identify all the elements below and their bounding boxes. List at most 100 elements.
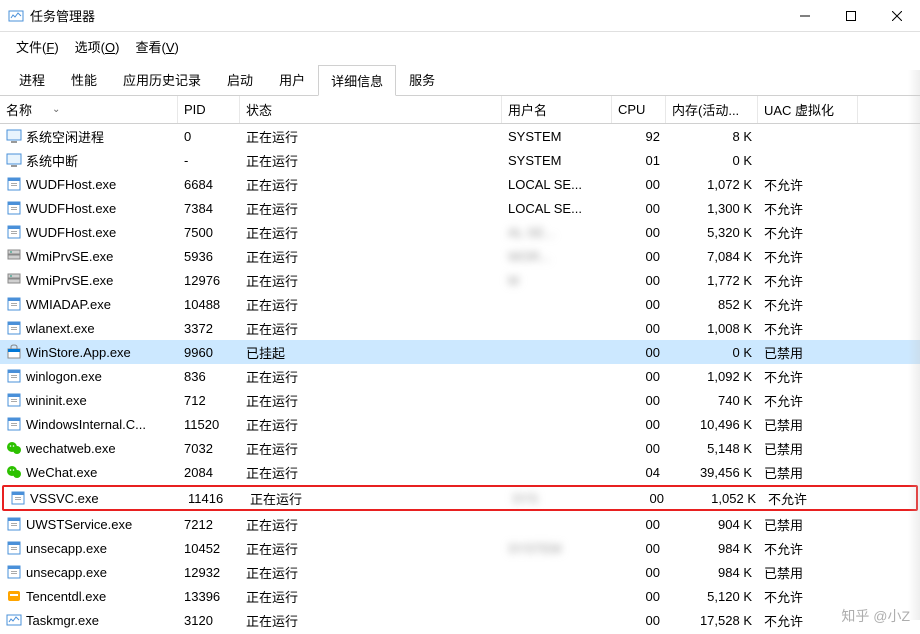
cell-cpu: 00: [612, 321, 666, 336]
cell-cpu: 00: [612, 177, 666, 192]
header-pid[interactable]: PID: [178, 96, 240, 123]
cell-status: 正在运行: [240, 463, 502, 482]
cell-status: 正在运行: [240, 319, 502, 338]
process-row[interactable]: 系统中断 - 正在运行 SYSTEM 01 0 K: [0, 148, 920, 172]
cell-memory: 5,148 K: [666, 441, 758, 456]
cell-status: 正在运行: [244, 489, 506, 508]
cell-user: M: [502, 273, 612, 288]
cell-cpu: 92: [612, 129, 666, 144]
cell-name: WMIADAP.exe: [0, 296, 178, 312]
tab-2[interactable]: 应用历史记录: [110, 64, 214, 95]
cell-pid: 12976: [178, 273, 240, 288]
cell-status: 正在运行: [240, 295, 502, 314]
cell-user: SYSTEM: [502, 129, 612, 144]
header-status[interactable]: 状态: [240, 96, 502, 123]
process-row[interactable]: unsecapp.exe 10452 正在运行 SYSTEM 00 984 K …: [0, 536, 920, 560]
process-name-label: 系统中断: [26, 151, 78, 170]
process-row[interactable]: WindowsInternal.C... 11520 正在运行 00 10,49…: [0, 412, 920, 436]
process-name-label: WUDFHost.exe: [26, 201, 116, 216]
cell-pid: 5936: [178, 249, 240, 264]
minimize-button[interactable]: [782, 0, 828, 31]
process-name-label: WinStore.App.exe: [26, 345, 131, 360]
cell-memory: 984 K: [666, 565, 758, 580]
cell-memory: 8 K: [666, 129, 758, 144]
cell-user: SYSTEM: [502, 541, 612, 556]
tab-0[interactable]: 进程: [6, 64, 58, 95]
process-row[interactable]: 系统空闲进程 0 正在运行 SYSTEM 92 8 K: [0, 124, 920, 148]
process-icon: [6, 128, 22, 144]
cell-memory: 5,120 K: [666, 589, 758, 604]
cell-name: WinStore.App.exe: [0, 344, 178, 360]
cell-memory: 1,772 K: [666, 273, 758, 288]
process-icon: [6, 248, 22, 264]
cell-name: wininit.exe: [0, 392, 178, 408]
process-name-label: wininit.exe: [26, 393, 87, 408]
process-icon: [10, 490, 26, 506]
process-row[interactable]: UWSTService.exe 7212 正在运行 00 904 K 已禁用: [0, 512, 920, 536]
process-row[interactable]: WinStore.App.exe 9960 已挂起 00 0 K 已禁用: [0, 340, 920, 364]
header-user[interactable]: 用户名: [502, 96, 612, 123]
cell-status: 正在运行: [240, 223, 502, 242]
process-row[interactable]: wechatweb.exe 7032 正在运行 00 5,148 K 已禁用: [0, 436, 920, 460]
process-row[interactable]: WmiPrvSE.exe 5936 正在运行 WOR... 00 7,084 K…: [0, 244, 920, 268]
process-name-label: unsecapp.exe: [26, 541, 107, 556]
process-icon: [6, 224, 22, 240]
maximize-button[interactable]: [828, 0, 874, 31]
process-row[interactable]: Tencentdl.exe 13396 正在运行 00 5,120 K 不允许: [0, 584, 920, 608]
process-row[interactable]: Taskmgr.exe 3120 正在运行 00 17,528 K 不允许: [0, 608, 920, 632]
tab-6[interactable]: 服务: [396, 64, 448, 95]
process-icon: [6, 272, 22, 288]
cell-name: VSSVC.exe: [4, 490, 182, 506]
cell-status: 正在运行: [240, 199, 502, 218]
header-name[interactable]: 名称⌄: [0, 96, 178, 123]
window-title: 任务管理器: [30, 6, 782, 25]
tab-4[interactable]: 用户: [266, 64, 318, 95]
cell-cpu: 04: [612, 465, 666, 480]
process-row[interactable]: winlogon.exe 836 正在运行 00 1,092 K 不允许: [0, 364, 920, 388]
tab-1[interactable]: 性能: [58, 64, 110, 95]
cell-name: WUDFHost.exe: [0, 224, 178, 240]
menu-view[interactable]: 查看(V): [127, 33, 186, 60]
cell-cpu: 00: [612, 517, 666, 532]
cell-user: SYSTEM: [502, 153, 612, 168]
process-row[interactable]: WMIADAP.exe 10488 正在运行 00 852 K 不允许: [0, 292, 920, 316]
process-row[interactable]: wininit.exe 712 正在运行 00 740 K 不允许: [0, 388, 920, 412]
cell-pid: 10452: [178, 541, 240, 556]
cell-cpu: 00: [616, 491, 670, 506]
process-row[interactable]: WUDFHost.exe 7500 正在运行 AL SE... 00 5,320…: [0, 220, 920, 244]
tab-5[interactable]: 详细信息: [318, 65, 396, 96]
process-row[interactable]: WUDFHost.exe 7384 正在运行 LOCAL SE... 00 1,…: [0, 196, 920, 220]
process-row[interactable]: VSSVC.exe 11416 正在运行 SYS 00 1,052 K 不允许: [2, 485, 918, 511]
menu-options[interactable]: 选项(O): [67, 33, 128, 60]
cell-user: LOCAL SE...: [502, 201, 612, 216]
cell-uac: 不允许: [758, 223, 858, 242]
column-headers: 名称⌄ PID 状态 用户名 CPU 内存(活动... UAC 虚拟化: [0, 96, 920, 124]
cell-memory: 5,320 K: [666, 225, 758, 240]
process-row[interactable]: WmiPrvSE.exe 12976 正在运行 M 00 1,772 K 不允许: [0, 268, 920, 292]
cell-memory: 984 K: [666, 541, 758, 556]
cell-cpu: 00: [612, 225, 666, 240]
header-cpu[interactable]: CPU: [612, 96, 666, 123]
menu-file[interactable]: 文件(F): [8, 33, 67, 60]
cell-pid: 6684: [178, 177, 240, 192]
process-icon: [6, 516, 22, 532]
cell-pid: 13396: [178, 589, 240, 604]
close-button[interactable]: [874, 0, 920, 31]
tab-bar: 进程性能应用历史记录启动用户详细信息服务: [0, 60, 920, 96]
cell-user: WOR...: [502, 249, 612, 264]
process-row[interactable]: WeChat.exe 2084 正在运行 04 39,456 K 已禁用: [0, 460, 920, 484]
tab-3[interactable]: 启动: [214, 64, 266, 95]
cell-uac: 不允许: [758, 175, 858, 194]
cell-name: wechatweb.exe: [0, 440, 178, 456]
process-row[interactable]: wlanext.exe 3372 正在运行 00 1,008 K 不允许: [0, 316, 920, 340]
process-icon: [6, 440, 22, 456]
cell-memory: 904 K: [666, 517, 758, 532]
header-uac[interactable]: UAC 虚拟化: [758, 96, 858, 123]
cell-cpu: 00: [612, 297, 666, 312]
header-memory[interactable]: 内存(活动...: [666, 96, 758, 123]
cell-status: 正在运行: [240, 127, 502, 146]
process-row[interactable]: WUDFHost.exe 6684 正在运行 LOCAL SE... 00 1,…: [0, 172, 920, 196]
process-row[interactable]: unsecapp.exe 12932 正在运行 00 984 K 已禁用: [0, 560, 920, 584]
cell-uac: 不允许: [758, 539, 858, 558]
cell-pid: 10488: [178, 297, 240, 312]
